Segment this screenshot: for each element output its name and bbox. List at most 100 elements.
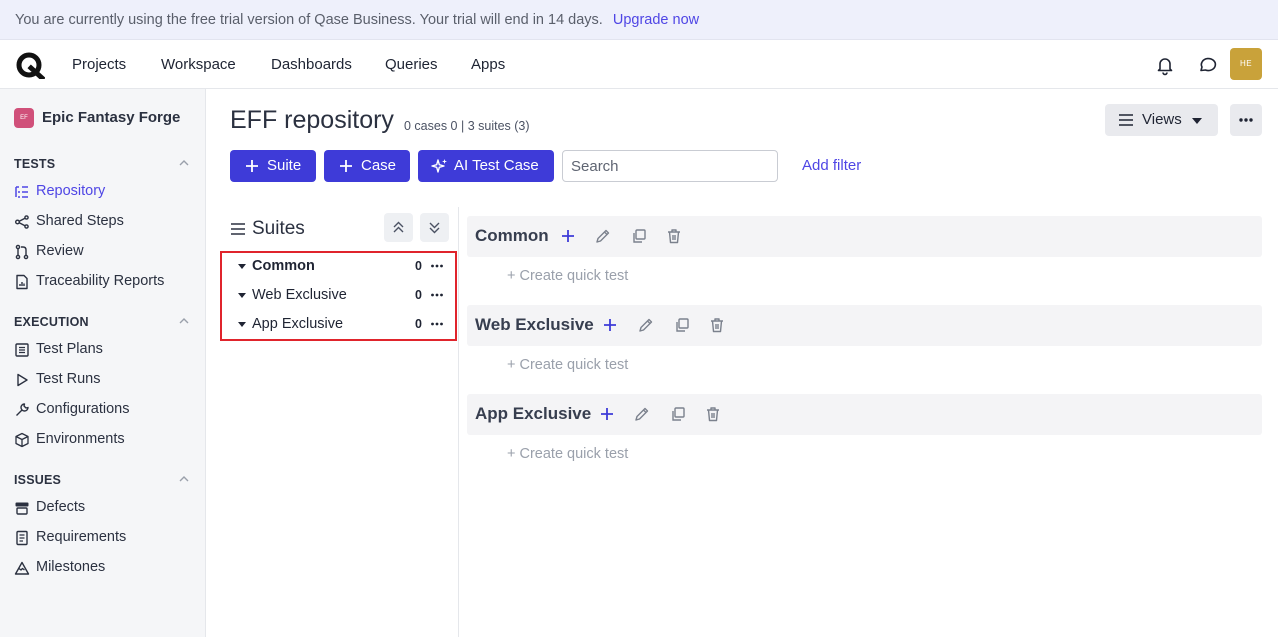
suites-tree: Common 0 Web Exclusive 0 App Exclusive 0 <box>220 251 457 341</box>
wrench-icon <box>16 403 29 416</box>
caret-down-icon[interactable] <box>238 322 246 327</box>
section-tests-title: TESTS <box>14 157 56 171</box>
defects-icon <box>15 502 29 515</box>
caret-down-icon <box>1192 118 1202 124</box>
suite-block-web-exclusive: Web Exclusive <box>467 305 1262 346</box>
tree-suite-count: 0 <box>415 317 422 331</box>
trash-icon[interactable] <box>704 405 722 423</box>
repository-tree-icon <box>15 186 28 198</box>
list-table-icon <box>15 343 29 357</box>
trial-banner-text: You are currently using the free trial v… <box>15 12 603 28</box>
plus-icon[interactable] <box>559 227 577 245</box>
chevrons-up-icon <box>393 221 404 233</box>
create-quick-test-link[interactable]: + Create quick test <box>507 357 628 373</box>
sidebar-item-label: Shared Steps <box>36 213 124 229</box>
project-badge: EF <box>14 108 34 128</box>
nav-projects[interactable]: Projects <box>72 40 126 89</box>
plus-icon[interactable] <box>601 316 619 334</box>
add-suite-label: Suite <box>267 157 302 174</box>
suites-title: Suites <box>252 218 305 239</box>
nav-queries[interactable]: Queries <box>385 40 438 89</box>
add-suite-button[interactable]: Suite <box>230 150 316 182</box>
sidebar-item-label: Milestones <box>36 559 106 575</box>
sidebar-item-label: Test Runs <box>36 371 101 387</box>
nav-dashboards[interactable]: Dashboards <box>271 40 352 89</box>
tree-suite-name: Web Exclusive <box>252 287 347 303</box>
copy-icon[interactable] <box>669 405 687 423</box>
chevrons-down-icon <box>429 222 440 234</box>
report-file-icon <box>16 274 28 290</box>
pencil-icon[interactable] <box>633 405 651 423</box>
qase-logo-icon[interactable] <box>15 52 45 79</box>
page-title: EFF repository <box>230 106 394 134</box>
suite-block-common: Common <box>467 216 1262 257</box>
sidebar: EF Epic Fantasy Forge TESTS Repository S… <box>0 89 206 637</box>
tree-row[interactable]: Common 0 <box>222 253 455 282</box>
menu-lines-icon <box>1119 114 1133 126</box>
create-quick-test-link[interactable]: + Create quick test <box>507 446 628 462</box>
sidebar-item-label: Review <box>36 243 84 259</box>
plus-icon <box>340 160 352 172</box>
tree-suite-name: Common <box>252 258 315 274</box>
panel-divider <box>458 207 459 637</box>
plus-icon[interactable] <box>598 405 616 423</box>
play-icon <box>17 373 28 387</box>
chevron-up-icon[interactable] <box>178 157 190 169</box>
top-nav: Projects Workspace Dashboards Queries Ap… <box>0 40 1278 89</box>
more-options-button[interactable] <box>1230 104 1262 136</box>
trash-icon[interactable] <box>708 316 726 334</box>
suite-name: Common <box>475 226 549 245</box>
section-execution-title: EXECUTION <box>14 315 89 329</box>
upgrade-now-link[interactable]: Upgrade now <box>613 12 699 28</box>
pencil-icon[interactable] <box>637 316 655 334</box>
sidebar-item-label: Traceability Reports <box>36 273 165 289</box>
section-issues-title: ISSUES <box>14 473 62 487</box>
expand-all-button[interactable] <box>420 213 449 242</box>
nav-apps[interactable]: Apps <box>471 40 505 89</box>
ellipsis-icon[interactable] <box>430 257 444 275</box>
repository-counts: 0 cases 0 | 3 suites (3) <box>404 119 530 133</box>
tree-row[interactable]: Web Exclusive 0 <box>222 282 455 311</box>
add-case-label: Case <box>361 157 397 174</box>
bell-icon[interactable] <box>1154 54 1176 76</box>
document-icon <box>16 530 28 546</box>
sidebar-item-label: Environments <box>36 431 125 447</box>
collapse-all-button[interactable] <box>384 213 413 242</box>
sidebar-item-label: Requirements <box>36 529 127 545</box>
chevron-up-icon[interactable] <box>178 315 190 327</box>
copy-icon[interactable] <box>673 316 691 334</box>
caret-down-icon[interactable] <box>238 264 246 269</box>
pencil-icon[interactable] <box>594 227 612 245</box>
ellipsis-icon <box>1239 118 1253 122</box>
add-filter-link[interactable]: Add filter <box>802 157 861 174</box>
chevron-up-icon[interactable] <box>178 473 190 485</box>
search-input[interactable] <box>562 150 778 182</box>
sidebar-item-label: Test Plans <box>36 341 103 357</box>
tree-row[interactable]: App Exclusive 0 <box>222 311 455 340</box>
sparkles-icon <box>431 159 447 173</box>
caret-down-icon[interactable] <box>238 293 246 298</box>
menu-lines-icon <box>231 223 245 235</box>
create-quick-test-link[interactable]: + Create quick test <box>507 268 628 284</box>
trial-banner: You are currently using the free trial v… <box>0 0 1278 40</box>
sidebar-item-label: Repository <box>36 183 106 199</box>
ai-test-case-button[interactable]: AI Test Case <box>418 150 554 182</box>
trash-icon[interactable] <box>665 227 683 245</box>
tree-suite-count: 0 <box>415 288 422 302</box>
tree-suite-name: App Exclusive <box>252 316 344 332</box>
ai-test-case-label: AI Test Case <box>454 157 539 174</box>
add-case-button[interactable]: Case <box>324 150 410 182</box>
views-label: Views <box>1142 111 1182 128</box>
suite-name: App Exclusive <box>475 404 592 423</box>
ellipsis-icon[interactable] <box>430 286 444 304</box>
copy-icon[interactable] <box>630 227 648 245</box>
ellipsis-icon[interactable] <box>430 315 444 333</box>
project-name: Epic Fantasy Forge <box>42 109 181 126</box>
sidebar-item-label: Configurations <box>36 401 130 417</box>
nav-workspace[interactable]: Workspace <box>161 40 236 89</box>
views-button[interactable]: Views <box>1105 104 1218 136</box>
user-avatar[interactable]: HE <box>1230 48 1262 80</box>
chat-icon[interactable] <box>1197 54 1219 76</box>
mountain-icon <box>14 561 30 575</box>
share-nodes-icon <box>15 215 29 229</box>
